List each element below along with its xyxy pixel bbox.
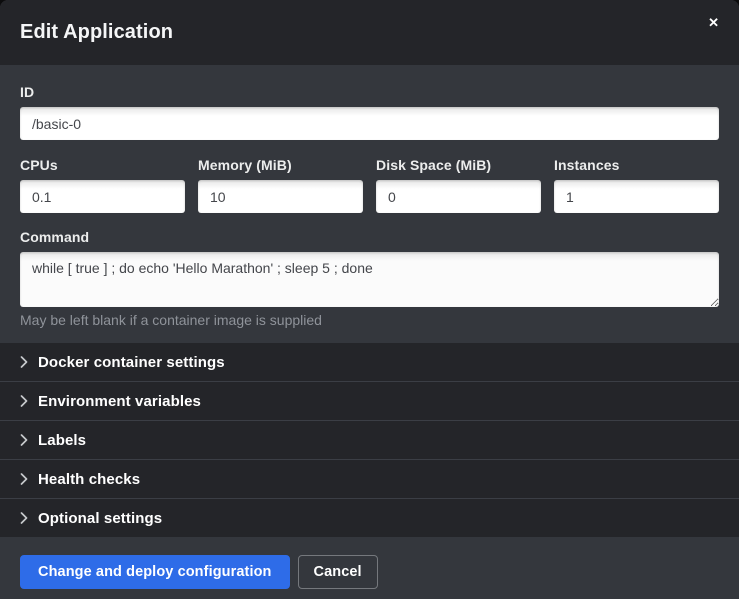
section-labels[interactable]: Labels: [0, 420, 739, 459]
section-label: Optional settings: [38, 510, 162, 527]
command-label: Command: [20, 229, 719, 245]
section-health-checks[interactable]: Health checks: [0, 459, 739, 498]
modal-header: Edit Application ✕: [0, 0, 739, 65]
close-button[interactable]: ✕: [702, 12, 725, 33]
instances-field-group: Instances: [554, 157, 719, 213]
modal-title: Edit Application: [20, 21, 173, 44]
section-environment-variables[interactable]: Environment variables: [0, 381, 739, 420]
cpus-label: CPUs: [20, 157, 185, 173]
chevron-right-icon: [20, 395, 28, 407]
edit-application-modal: Edit Application ✕ ID CPUs Memory (MiB) …: [0, 0, 739, 599]
section-label: Docker container settings: [38, 354, 225, 371]
disk-input[interactable]: [376, 180, 541, 213]
section-label: Labels: [38, 432, 86, 449]
cpus-field-group: CPUs: [20, 157, 185, 213]
resources-row: CPUs Memory (MiB) Disk Space (MiB) Insta…: [20, 157, 719, 213]
chevron-right-icon: [20, 356, 28, 368]
command-textarea[interactable]: while [ true ] ; do echo 'Hello Marathon…: [20, 252, 719, 307]
instances-input[interactable]: [554, 180, 719, 213]
memory-input[interactable]: [198, 180, 363, 213]
cancel-button[interactable]: Cancel: [298, 555, 378, 589]
instances-label: Instances: [554, 157, 719, 173]
disk-label: Disk Space (MiB): [376, 157, 541, 173]
id-label: ID: [20, 84, 719, 100]
chevron-right-icon: [20, 473, 28, 485]
collapsible-sections: Docker container settings Environment va…: [0, 343, 739, 537]
section-docker-container-settings[interactable]: Docker container settings: [0, 343, 739, 381]
memory-label: Memory (MiB): [198, 157, 363, 173]
modal-footer: Change and deploy configuration Cancel: [0, 537, 739, 599]
id-field-group: ID: [20, 84, 719, 140]
section-label: Environment variables: [38, 393, 201, 410]
chevron-right-icon: [20, 512, 28, 524]
command-field-group: Command while [ true ] ; do echo 'Hello …: [20, 229, 719, 328]
chevron-right-icon: [20, 434, 28, 446]
section-optional-settings[interactable]: Optional settings: [0, 498, 739, 537]
id-input[interactable]: [20, 107, 719, 140]
disk-field-group: Disk Space (MiB): [376, 157, 541, 213]
cpus-input[interactable]: [20, 180, 185, 213]
section-label: Health checks: [38, 471, 140, 488]
command-help-text: May be left blank if a container image i…: [20, 312, 719, 328]
change-and-deploy-button[interactable]: Change and deploy configuration: [20, 555, 290, 589]
memory-field-group: Memory (MiB): [198, 157, 363, 213]
edit-application-form: ID CPUs Memory (MiB) Disk Space (MiB) In…: [0, 65, 739, 343]
close-icon: ✕: [708, 15, 719, 30]
